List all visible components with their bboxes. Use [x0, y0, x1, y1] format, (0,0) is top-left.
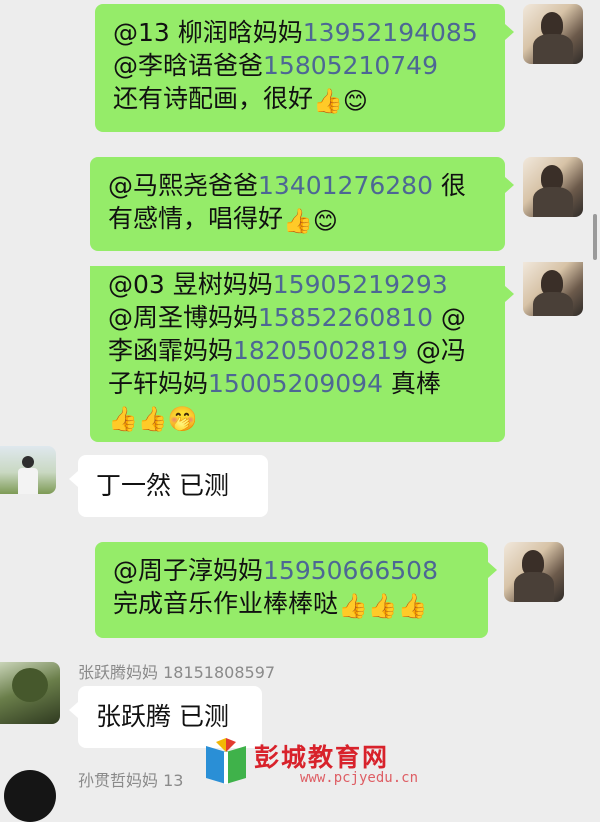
- message-text: 有感情，唱得好: [108, 204, 284, 233]
- thumbs-up-emoji: 👍: [283, 207, 313, 235]
- message-bubble[interactable]: @周子淳妈妈15950666508 完成音乐作业棒棒哒👍👍👍: [95, 542, 497, 638]
- message-text: 完成音乐作业棒棒哒: [113, 589, 339, 618]
- mention[interactable]: @马熙尧爸爸: [108, 171, 258, 200]
- thumbs-up-emoji: 👍: [137, 405, 168, 433]
- avatar-photo-icon[interactable]: [523, 262, 583, 316]
- watermark-logo: 彭城教育网 www.pcjyedu.cn: [196, 736, 446, 791]
- message-bubble[interactable]: 丁一然 已测: [69, 455, 268, 517]
- mention[interactable]: @13 柳润晗妈妈: [113, 18, 303, 47]
- smile-emoji: 😊: [312, 207, 338, 235]
- phone-number-link[interactable]: 13401276280: [258, 171, 433, 200]
- mention[interactable]: @李晗语爸爸: [113, 51, 263, 80]
- sender-name: 孙贯哲妈妈 13: [78, 771, 184, 790]
- phone-number-link[interactable]: 15950666508: [263, 556, 438, 585]
- mention[interactable]: @03 昱树妈妈: [108, 270, 273, 299]
- scrollbar[interactable]: [593, 214, 597, 260]
- thumbs-up-emoji: 👍: [367, 592, 398, 620]
- message-text: 还有诗配画，很好: [113, 84, 314, 113]
- hand-over-mouth-emoji: 🤭: [167, 405, 198, 433]
- message-text: 真棒: [382, 369, 441, 398]
- message-bubble[interactable]: @13 柳润晗妈妈13952194085 @李晗语爸爸15805210749 还…: [95, 4, 514, 132]
- phone-number-link[interactable]: 15805210749: [263, 51, 438, 80]
- message-bubble[interactable]: @03 昱树妈妈15905219293 @周圣博妈妈15852260810 @ …: [90, 266, 514, 442]
- phone-number-link[interactable]: 18205002819: [233, 336, 408, 365]
- avatar-photo-icon[interactable]: [4, 770, 56, 822]
- mention[interactable]: 李函霏妈妈: [108, 336, 233, 365]
- message-text: @冯: [407, 336, 466, 365]
- book-logo-icon: [206, 738, 246, 784]
- phone-number-link[interactable]: 15005209094: [208, 369, 383, 398]
- avatar-photo-icon[interactable]: [0, 662, 60, 724]
- message-text: 丁一然 已测: [96, 471, 229, 500]
- phone-number-link[interactable]: 13952194085: [303, 18, 478, 47]
- message-bubble[interactable]: @马熙尧爸爸13401276280 很 有感情，唱得好👍😊: [90, 157, 514, 251]
- thumbs-up-emoji: 👍: [313, 87, 343, 115]
- phone-number-link[interactable]: 15852260810: [258, 303, 433, 332]
- message-text: @: [432, 303, 466, 332]
- thumbs-up-emoji: 👍: [338, 592, 368, 620]
- mention[interactable]: 子轩妈妈: [108, 369, 208, 398]
- smile-emoji: 😊: [342, 87, 368, 115]
- avatar-photo-icon[interactable]: [0, 446, 56, 494]
- avatar-photo-icon[interactable]: [523, 4, 583, 64]
- sender-name: 张跃腾妈妈 18151808597: [78, 663, 276, 682]
- thumbs-up-emoji: 👍: [108, 405, 138, 433]
- avatar-photo-icon[interactable]: [523, 157, 583, 217]
- mention[interactable]: @周圣博妈妈: [108, 303, 258, 332]
- phone-number-link[interactable]: 15905219293: [273, 270, 448, 299]
- thumbs-up-emoji: 👍: [397, 592, 428, 620]
- message-text: 张跃腾 已测: [96, 702, 229, 731]
- watermark-title: 彭城教育网: [254, 743, 390, 772]
- mention[interactable]: @周子淳妈妈: [113, 556, 263, 585]
- avatar-photo-icon[interactable]: [504, 542, 564, 602]
- message-text: 很: [432, 171, 466, 200]
- watermark-url: www.pcjyedu.cn: [300, 770, 419, 786]
